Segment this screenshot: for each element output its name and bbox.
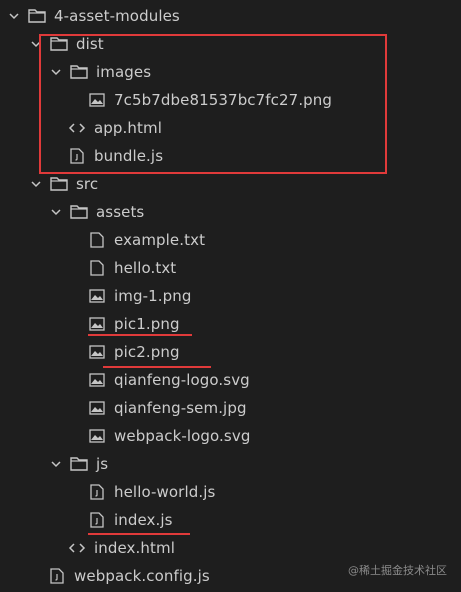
js-file-icon [68,147,86,165]
tree-item-file[interactable]: pic2.png [0,338,461,366]
tree-item-file[interactable]: img-1.png [0,282,461,310]
tree-item-file[interactable]: index.js [0,506,461,534]
tree-item-label: qianfeng-sem.jpg [114,399,247,417]
chevron-down-icon[interactable] [30,37,42,51]
image-file-icon [88,91,106,109]
text-file-icon [88,259,106,277]
tree-item-label: js [96,455,109,473]
chevron-down-icon[interactable] [8,9,20,23]
chevron-down-icon[interactable] [30,177,42,191]
tree-item-label: app.html [94,119,162,137]
watermark: @稀土掘金技术社区 [348,564,447,577]
folder-icon [50,175,68,193]
tree-item-js-folder[interactable]: js [0,450,461,478]
tree-item-file[interactable]: app.html [0,114,461,142]
tree-item-file[interactable]: qianfeng-logo.svg [0,366,461,394]
tree-item-file[interactable]: hello-world.js [0,478,461,506]
tree-item-label: assets [96,203,145,221]
tree-item-label: dist [76,35,104,53]
tree-item-file[interactable]: hello.txt [0,254,461,282]
html-file-icon [68,539,86,557]
tree-item-label: img-1.png [114,287,192,305]
tree-item-file[interactable]: bundle.js [0,142,461,170]
tree-item-file[interactable]: pic1.png [0,310,461,338]
chevron-down-icon[interactable] [50,457,62,471]
tree-item-label: hello-world.js [114,483,216,501]
tree-item-label: images [96,63,152,81]
tree-item-file[interactable]: index.html [0,534,461,562]
folder-icon [70,63,88,81]
folder-icon [70,455,88,473]
tree-item-label: pic1.png [114,315,180,333]
tree-item-label: src [76,175,99,193]
image-file-icon [88,343,106,361]
tree-item-label: webpack.config.js [74,567,210,585]
tree-item-file[interactable]: example.txt [0,226,461,254]
tree-item-label: index.html [94,539,175,557]
image-file-icon [88,399,106,417]
tree-item-label: hello.txt [114,259,177,277]
tree-item-label: example.txt [114,231,206,249]
tree-item-label: webpack-logo.svg [114,427,251,445]
js-file-icon [88,483,106,501]
underline-pic2 [103,366,211,368]
tree-item-label: 4-asset-modules [54,7,180,25]
folder-icon [50,35,68,53]
js-file-icon [48,567,66,585]
tree-item-file[interactable]: webpack-logo.svg [0,422,461,450]
tree-item-file[interactable]: 7c5b7dbe81537bc7fc27.png [0,86,461,114]
chevron-down-icon[interactable] [50,205,62,219]
image-file-icon [88,287,106,305]
folder-icon [28,7,46,25]
image-file-icon [88,315,106,333]
image-file-icon [88,427,106,445]
underline-index-js [88,533,190,535]
tree-item-images-folder[interactable]: images [0,58,461,86]
js-file-icon [88,511,106,529]
tree-item-label: bundle.js [94,147,164,165]
chevron-down-icon[interactable] [50,65,62,79]
file-explorer-tree: 4-asset-modules dist images 7c5b7dbe8153… [0,2,461,590]
tree-item-file[interactable]: qianfeng-sem.jpg [0,394,461,422]
tree-item-label: 7c5b7dbe81537bc7fc27.png [114,91,333,109]
tree-item-label: qianfeng-logo.svg [114,371,250,389]
tree-item-assets-folder[interactable]: assets [0,198,461,226]
underline-pic1 [88,334,192,336]
tree-item-label: index.js [114,511,173,529]
tree-item-src-folder[interactable]: src [0,170,461,198]
html-file-icon [68,119,86,137]
tree-item-root-folder[interactable]: 4-asset-modules [0,2,461,30]
folder-icon [70,203,88,221]
text-file-icon [88,231,106,249]
image-file-icon [88,371,106,389]
tree-item-label: pic2.png [114,343,180,361]
tree-item-dist-folder[interactable]: dist [0,30,461,58]
